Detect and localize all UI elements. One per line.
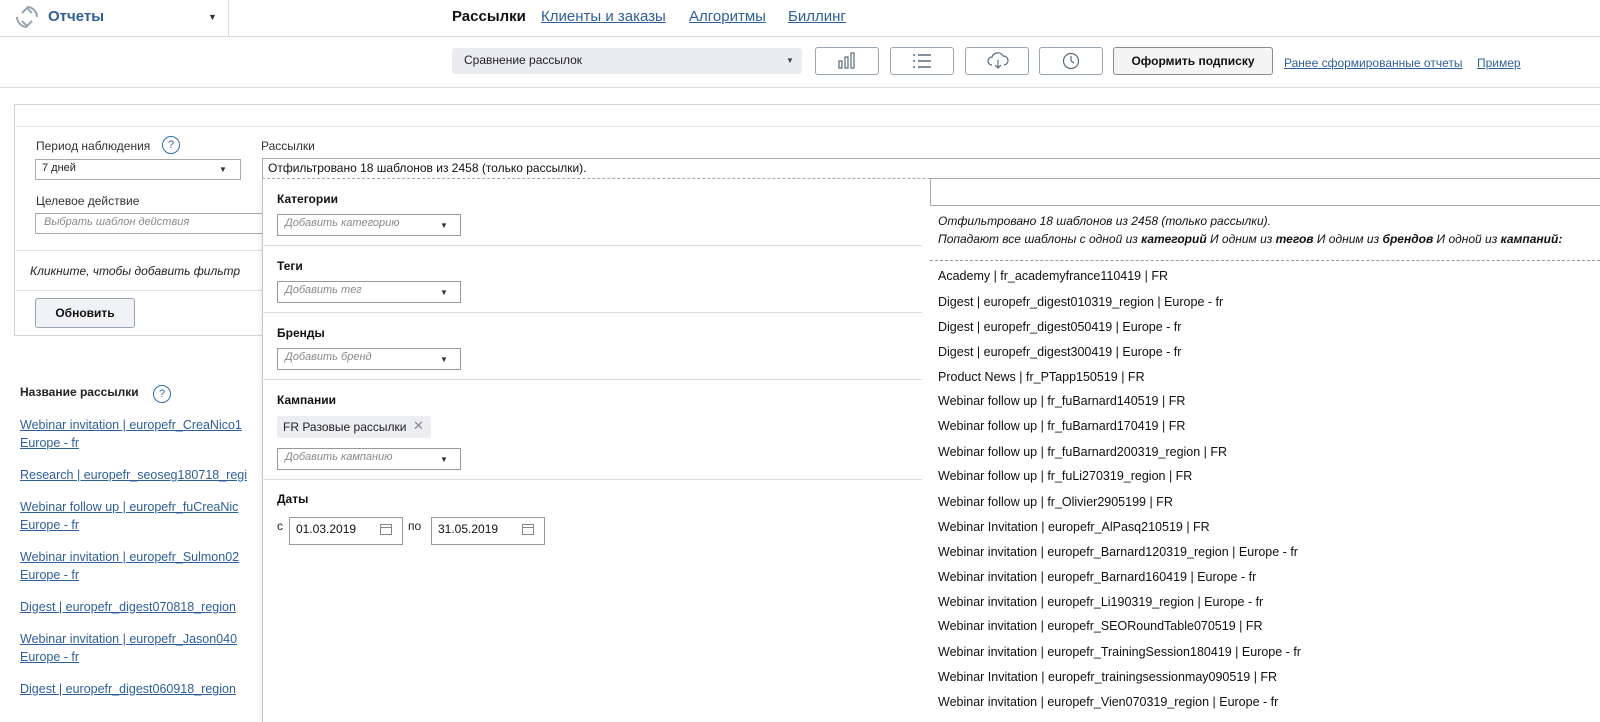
result-item[interactable]: Webinar invitation | europefr_Barnard160… (938, 570, 1256, 584)
result-item[interactable]: Webinar invitation | europefr_SEORoundTa… (938, 619, 1263, 633)
refresh-button[interactable]: Обновить (35, 298, 135, 328)
campaigns-title: Кампании (277, 393, 336, 407)
date-to-value: 31.05.2019 (438, 522, 499, 536)
result-item[interactable]: Academy | fr_academyfrance110419 | FR (938, 269, 1168, 283)
nav-tab-billing[interactable]: Биллинг (788, 8, 846, 25)
nav-tab-clients-orders[interactable]: Клиенты и заказы (541, 8, 666, 25)
result-item[interactable]: Webinar follow up | fr_fuLi270319_region… (938, 469, 1192, 483)
chevron-down-icon: ▼ (786, 56, 794, 65)
result-item[interactable]: Product News | fr_PTapp150519 | FR (938, 370, 1145, 384)
list-icon (913, 54, 931, 68)
list-item[interactable]: Europe - fr (20, 568, 262, 582)
dates-title: Даты (277, 492, 309, 506)
list-item[interactable]: Europe - fr (20, 518, 262, 532)
cloud-download-icon (987, 52, 1009, 69)
example-link[interactable]: Пример (1477, 56, 1521, 70)
clock-icon (1062, 52, 1080, 70)
result-item[interactable]: Webinar follow up | fr_fuBarnard170419 |… (938, 419, 1185, 433)
result-item[interactable]: Webinar Invitation | europefr_trainingse… (938, 670, 1277, 684)
list-view-button[interactable] (890, 47, 954, 75)
list-item[interactable]: Europe - fr (20, 436, 262, 450)
result-item[interactable]: Webinar invitation | europefr_Barnard120… (938, 545, 1298, 559)
calendar-icon[interactable] (522, 523, 534, 535)
result-item[interactable]: Digest | europefr_digest010319_region | … (938, 295, 1223, 309)
template-search-input[interactable] (930, 178, 1600, 206)
divider (262, 479, 922, 480)
mailings-label: Рассылки (261, 139, 315, 153)
date-from-prefix: с (277, 519, 283, 533)
list-item[interactable]: Webinar invitation | europefr_Jason040 (20, 632, 262, 646)
list-item[interactable]: Webinar invitation | europefr_CreaNico1 (20, 418, 262, 432)
chevron-down-icon: ▼ (440, 221, 448, 230)
divider (262, 312, 922, 313)
campaign-placeholder: Добавить кампанию (285, 451, 393, 463)
result-item[interactable]: Webinar follow up | fr_Olivier2905199 | … (938, 495, 1173, 509)
divider (14, 250, 262, 251)
app-title: Отчеты (48, 8, 105, 25)
nav-tab-mailings[interactable]: Рассылки (452, 8, 526, 25)
history-button[interactable] (1039, 47, 1103, 75)
filter-panel-header (14, 104, 1600, 127)
brands-title: Бренды (277, 326, 325, 340)
result-item[interactable]: Webinar Invitation | europefr_AlPasq2105… (938, 520, 1210, 534)
list-item[interactable]: Webinar follow up | europefr_fuCreaNic (20, 500, 262, 514)
result-item[interactable]: Webinar invitation | europefr_Li190319_r… (938, 595, 1263, 609)
subscribe-button[interactable]: Оформить подписку (1113, 47, 1273, 75)
date-to-prefix: по (408, 519, 422, 533)
report-type-value: Сравнение рассылок (464, 53, 583, 67)
chevron-down-icon: ▼ (440, 288, 448, 297)
chevron-down-icon: ▼ (440, 455, 448, 464)
divider (14, 290, 262, 291)
tags-title: Теги (277, 259, 303, 273)
divider (930, 260, 1600, 261)
target-action-label: Целевое действие (36, 194, 140, 208)
bar-chart-icon (838, 52, 855, 69)
remove-chip-icon[interactable]: ✕ (413, 418, 424, 434)
nav-tab-algorithms[interactable]: Алгоритмы (689, 8, 766, 25)
category-placeholder: Добавить категорию (285, 217, 400, 229)
tag-placeholder: Добавить тег (285, 284, 362, 296)
brand-placeholder: Добавить бренд (285, 351, 372, 363)
previous-reports-link[interactable]: Ранее сформированные отчеты (1284, 56, 1462, 70)
period-label: Период наблюдения (36, 139, 151, 153)
chevron-down-icon: ▼ (219, 165, 227, 174)
result-item[interactable]: Webinar follow up | fr_fuBarnard140519 |… (938, 394, 1185, 408)
chevron-down-icon: ▼ (208, 12, 217, 22)
result-item[interactable]: Webinar invitation | europefr_Vien070319… (938, 695, 1278, 709)
result-item[interactable]: Webinar invitation | europefr_TrainingSe… (938, 645, 1301, 659)
result-count-text: Отфильтровано 18 шаблонов из 2458 (тольк… (938, 214, 1271, 228)
app-logo-icon (16, 6, 38, 28)
calendar-icon[interactable] (380, 523, 392, 535)
date-from-value: 01.03.2019 (296, 522, 357, 536)
list-item[interactable]: Webinar invitation | europefr_Sulmon02 (20, 550, 262, 564)
list-item[interactable]: Digest | europefr_digest060918_region (20, 682, 262, 696)
list-item[interactable]: Europe - fr (20, 650, 262, 664)
period-value: 7 дней (42, 162, 76, 174)
help-icon[interactable]: ? (162, 136, 180, 154)
list-item[interactable]: Digest | europefr_digest070818_region (20, 600, 262, 614)
result-rule-text: Попадают все шаблоны с одной из категори… (938, 232, 1563, 246)
list-item[interactable]: Research | europefr_seoseg180718_regi (20, 468, 262, 482)
chart-view-button[interactable] (815, 47, 879, 75)
help-icon[interactable]: ? (153, 385, 171, 403)
result-item[interactable]: Digest | europefr_digest300419 | Europe … (938, 345, 1181, 359)
target-action-placeholder: Выбрать шаблон действия (44, 216, 190, 228)
download-button[interactable] (965, 47, 1029, 75)
divider (262, 379, 922, 380)
divider (262, 245, 922, 246)
mailings-filter-summary: Отфильтровано 18 шаблонов из 2458 (тольк… (268, 161, 587, 175)
app-switcher[interactable]: Отчеты ▼ (0, 0, 229, 36)
campaign-chip-label: FR Разовые рассылки (283, 420, 407, 434)
chevron-down-icon: ▼ (440, 355, 448, 364)
add-filter-hint[interactable]: Кликните, чтобы добавить фильтр (30, 264, 240, 278)
result-item[interactable]: Webinar follow up | fr_fuBarnard200319_r… (938, 445, 1227, 459)
result-item[interactable]: Digest | europefr_digest050419 | Europe … (938, 320, 1181, 334)
categories-title: Категории (277, 192, 338, 206)
mailing-list-title: Название рассылки (20, 385, 139, 399)
